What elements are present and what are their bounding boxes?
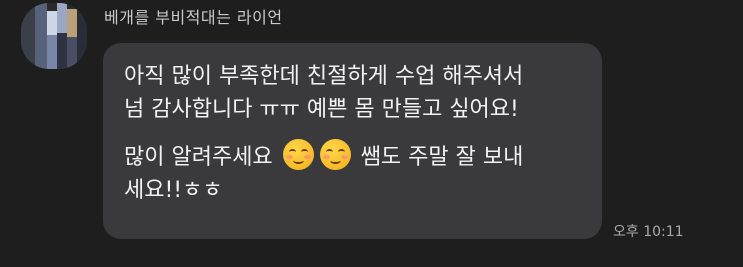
message-text-line: 아직 많이 부족한데 친절하게 수업 해주셔서 넘 감사합니다 ㅠㅠ 예쁜 몸 … xyxy=(124,64,524,122)
smiling-face-icon xyxy=(282,139,314,170)
avatar[interactable] xyxy=(21,3,87,69)
message-text-fragment: 쌤도 주말 잘 보내 xyxy=(360,145,524,170)
sender-name: 베개를 부비적대는 라이언 xyxy=(104,8,283,27)
smiling-face-icon xyxy=(319,139,351,170)
message-timestamp: 오후 10:11 xyxy=(613,224,684,240)
chat-view: 베개를 부비적대는 라이언 아직 많이 부족한데 친절하게 수업 해주셔서 넘 … xyxy=(0,0,743,267)
message-text-fragment: 많이 알려주세요 xyxy=(124,145,273,170)
message-bubble[interactable]: 아직 많이 부족한데 친절하게 수업 해주셔서 넘 감사합니다 ㅠㅠ 예쁜 몸 … xyxy=(103,43,602,239)
message-text-fragment: 세요!!ㅎㅎ xyxy=(124,177,223,203)
message-text-line: 많이 알려주세요 쌤도 주말 잘 보내세요!!ㅎㅎ xyxy=(124,139,582,207)
